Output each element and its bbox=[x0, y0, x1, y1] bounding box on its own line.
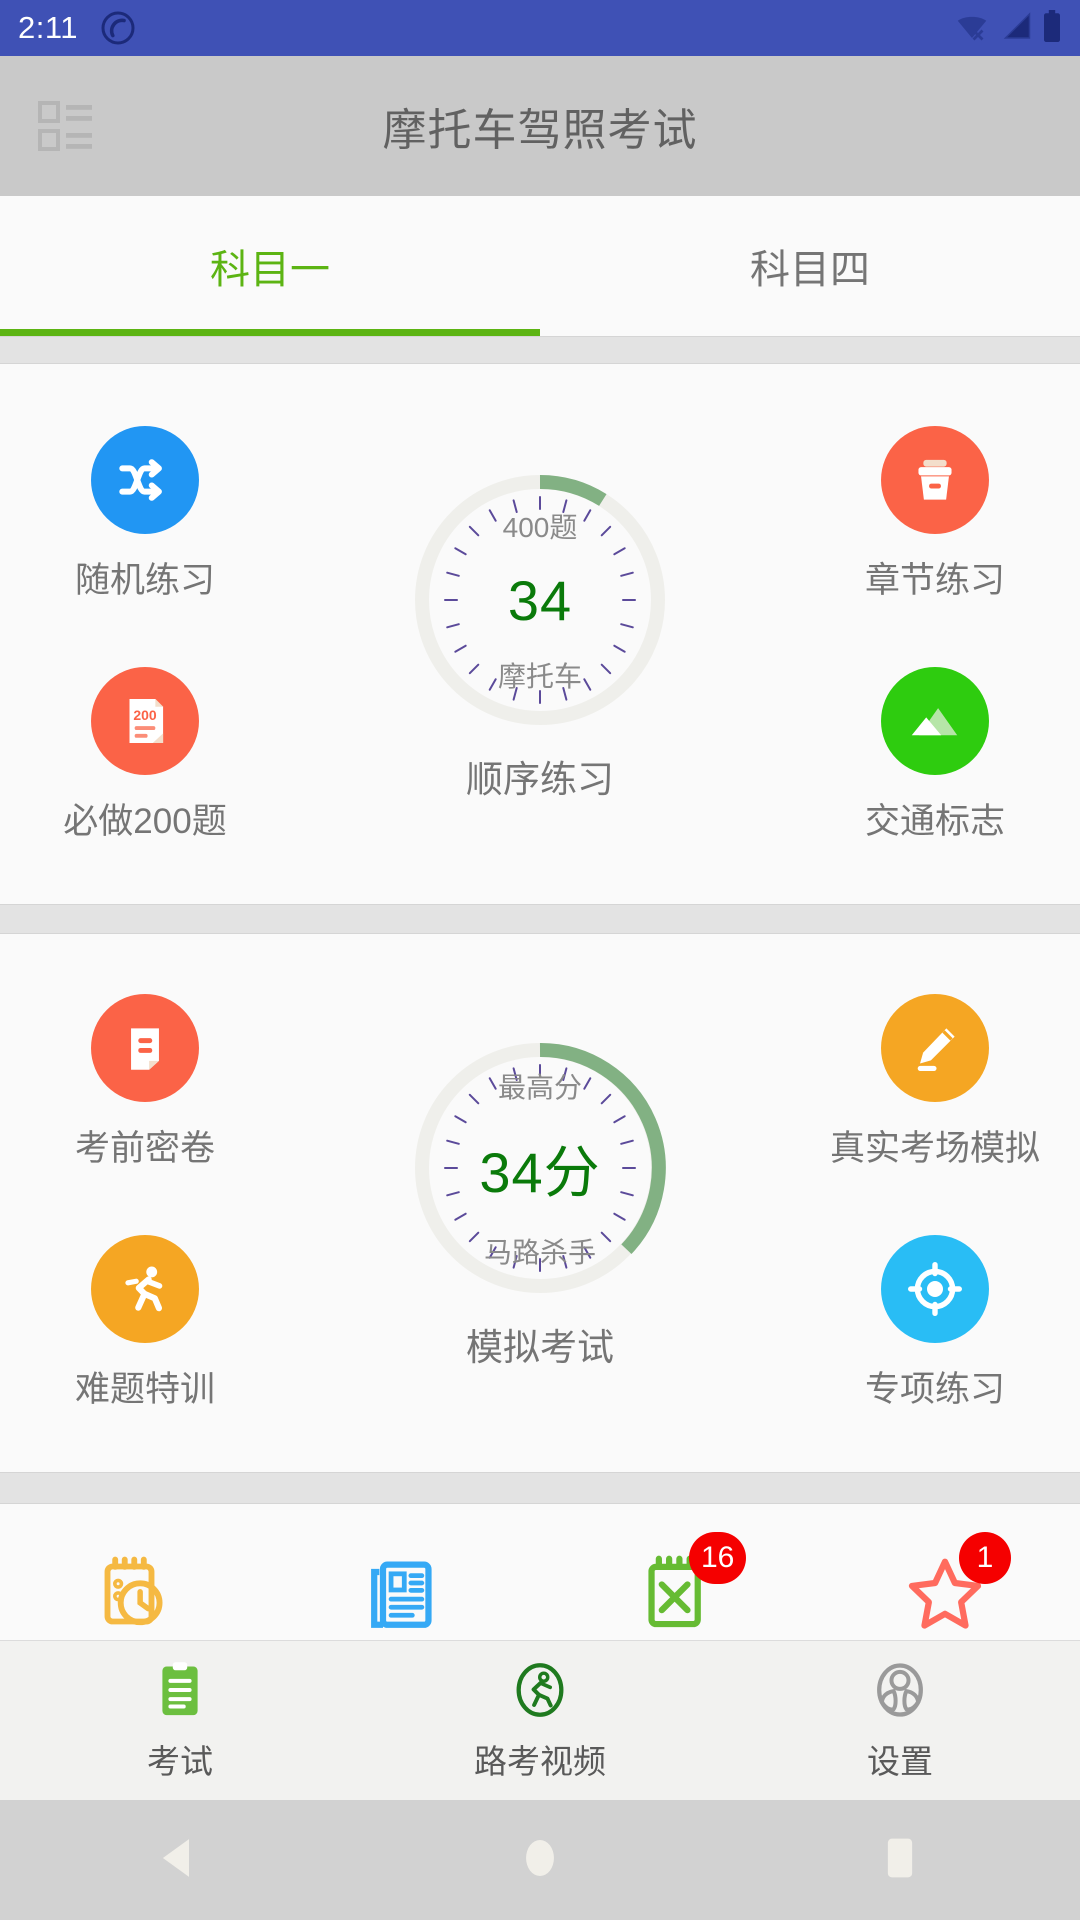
battery-icon bbox=[1042, 9, 1062, 47]
tile-real-exam-simulation[interactable]: 真实考场模拟 bbox=[830, 994, 1040, 1171]
status-time: 2:11 bbox=[18, 10, 79, 45]
status-bar: 2:11 bbox=[0, 0, 1080, 56]
practice-left-column: 随机练习 200 必做200题 bbox=[0, 426, 290, 844]
android-navigation-bar bbox=[0, 1800, 1080, 1920]
ring-caption: 模拟考试 bbox=[466, 1327, 614, 1368]
practice-section: 随机练习 200 必做200题 400题 34 摩托车 顺序练习 章节练习 交通… bbox=[0, 366, 1080, 904]
nav-item-exam[interactable]: 考试 bbox=[0, 1658, 360, 1783]
back-triangle-icon[interactable] bbox=[153, 1831, 207, 1890]
running-icon bbox=[90, 1235, 199, 1343]
tile-label: 章节练习 bbox=[864, 561, 1005, 600]
nav-label: 路考视频 bbox=[474, 1743, 606, 1780]
mountain-icon bbox=[880, 667, 989, 775]
shuffle-icon bbox=[90, 426, 199, 534]
app-screen: 2:11 摩托车驾照考试 科目一 科目四 随机练习 200 必做200题 400… bbox=[0, 0, 1080, 1920]
progress-ring-sequential: 400题 34 摩托车 bbox=[407, 467, 673, 733]
recents-square-icon[interactable] bbox=[873, 1831, 927, 1890]
nav-item-settings[interactable]: 设置 bbox=[720, 1658, 1080, 1783]
bottom-navigation: 考试 路考视频 设置 bbox=[0, 1640, 1080, 1800]
ring-bottom-label: 摩托车 bbox=[497, 660, 582, 692]
practice-right-column: 章节练习 交通标志 bbox=[790, 426, 1080, 844]
app-bar: 摩托车驾照考试 bbox=[0, 56, 1080, 196]
tile-hard-question-training[interactable]: 难题特训 bbox=[75, 1235, 215, 1412]
ring-main-value: 34分 bbox=[479, 1140, 601, 1204]
nav-label: 设置 bbox=[867, 1743, 933, 1780]
target-icon bbox=[880, 1235, 989, 1343]
page-title: 摩托车驾照考试 bbox=[382, 106, 698, 155]
app-circle-icon bbox=[100, 10, 136, 46]
section-divider-3 bbox=[0, 1472, 1080, 1504]
home-circle-icon[interactable] bbox=[513, 1831, 567, 1890]
tab-subject-1[interactable]: 科目一 bbox=[0, 196, 540, 336]
tile-label: 难题特训 bbox=[74, 1370, 215, 1409]
exam-section: 考前密卷 难题特训 最高分 34分 马路杀手 模拟考试 真实考场模拟 专项练习 bbox=[0, 934, 1080, 1472]
tile-pre-exam-paper[interactable]: 考前密卷 bbox=[75, 994, 215, 1171]
exam-paper-icon bbox=[90, 994, 199, 1102]
section-divider-2 bbox=[0, 904, 1080, 934]
exam-left-column: 考前密卷 难题特训 bbox=[0, 994, 290, 1412]
tile-label: 随机练习 bbox=[74, 561, 215, 600]
steering-wheel-icon bbox=[868, 1658, 932, 1727]
tile-random-practice[interactable]: 随机练习 bbox=[75, 426, 215, 603]
nav-label: 考试 bbox=[147, 1743, 213, 1780]
ring-top-label: 最高分 bbox=[497, 1071, 582, 1103]
tile-label: 专项练习 bbox=[864, 1370, 1005, 1409]
sequential-practice-ring-group[interactable]: 400题 34 摩托车 顺序练习 bbox=[290, 467, 790, 803]
tile-label: 考前密卷 bbox=[74, 1129, 215, 1168]
clipboard-icon bbox=[148, 1658, 212, 1727]
tile-label: 交通标志 bbox=[864, 802, 1005, 841]
badge-favorites-count: 1 bbox=[959, 1532, 1011, 1584]
subject-tabs: 科目一 科目四 bbox=[0, 196, 1080, 336]
tile-special-practice[interactable]: 专项练习 bbox=[865, 1235, 1005, 1412]
pencil-icon bbox=[880, 994, 989, 1102]
tile-label: 真实考场模拟 bbox=[829, 1129, 1040, 1168]
signal-icon bbox=[999, 11, 1033, 46]
wifi-off-icon bbox=[954, 11, 990, 46]
ring-main-value: 34 bbox=[507, 568, 573, 632]
svg-text:200: 200 bbox=[133, 707, 157, 723]
tile-label: 必做200题 bbox=[63, 802, 227, 841]
tile-traffic-signs[interactable]: 交通标志 bbox=[865, 667, 1005, 844]
document-200-icon: 200 bbox=[91, 667, 199, 775]
tab-subject-4[interactable]: 科目四 bbox=[540, 196, 1080, 336]
exam-right-column: 真实考场模拟 专项练习 bbox=[790, 994, 1080, 1412]
nav-item-road-test-video[interactable]: 路考视频 bbox=[360, 1658, 720, 1783]
mock-exam-ring-group[interactable]: 最高分 34分 马路杀手 模拟考试 bbox=[290, 1035, 790, 1371]
progress-ring-mock-exam: 最高分 34分 马路杀手 bbox=[407, 1035, 673, 1301]
archive-box-icon bbox=[880, 426, 989, 534]
ring-caption: 顺序练习 bbox=[466, 759, 614, 800]
tile-chapter-practice[interactable]: 章节练习 bbox=[865, 426, 1005, 603]
section-divider-1 bbox=[0, 336, 1080, 364]
video-person-icon bbox=[508, 1658, 572, 1727]
badge-wrong-count: 16 bbox=[689, 1532, 747, 1584]
ring-top-label: 400题 bbox=[502, 511, 578, 543]
ring-bottom-label: 马路杀手 bbox=[483, 1236, 596, 1268]
tile-must-do-200[interactable]: 200 必做200题 bbox=[63, 667, 227, 844]
